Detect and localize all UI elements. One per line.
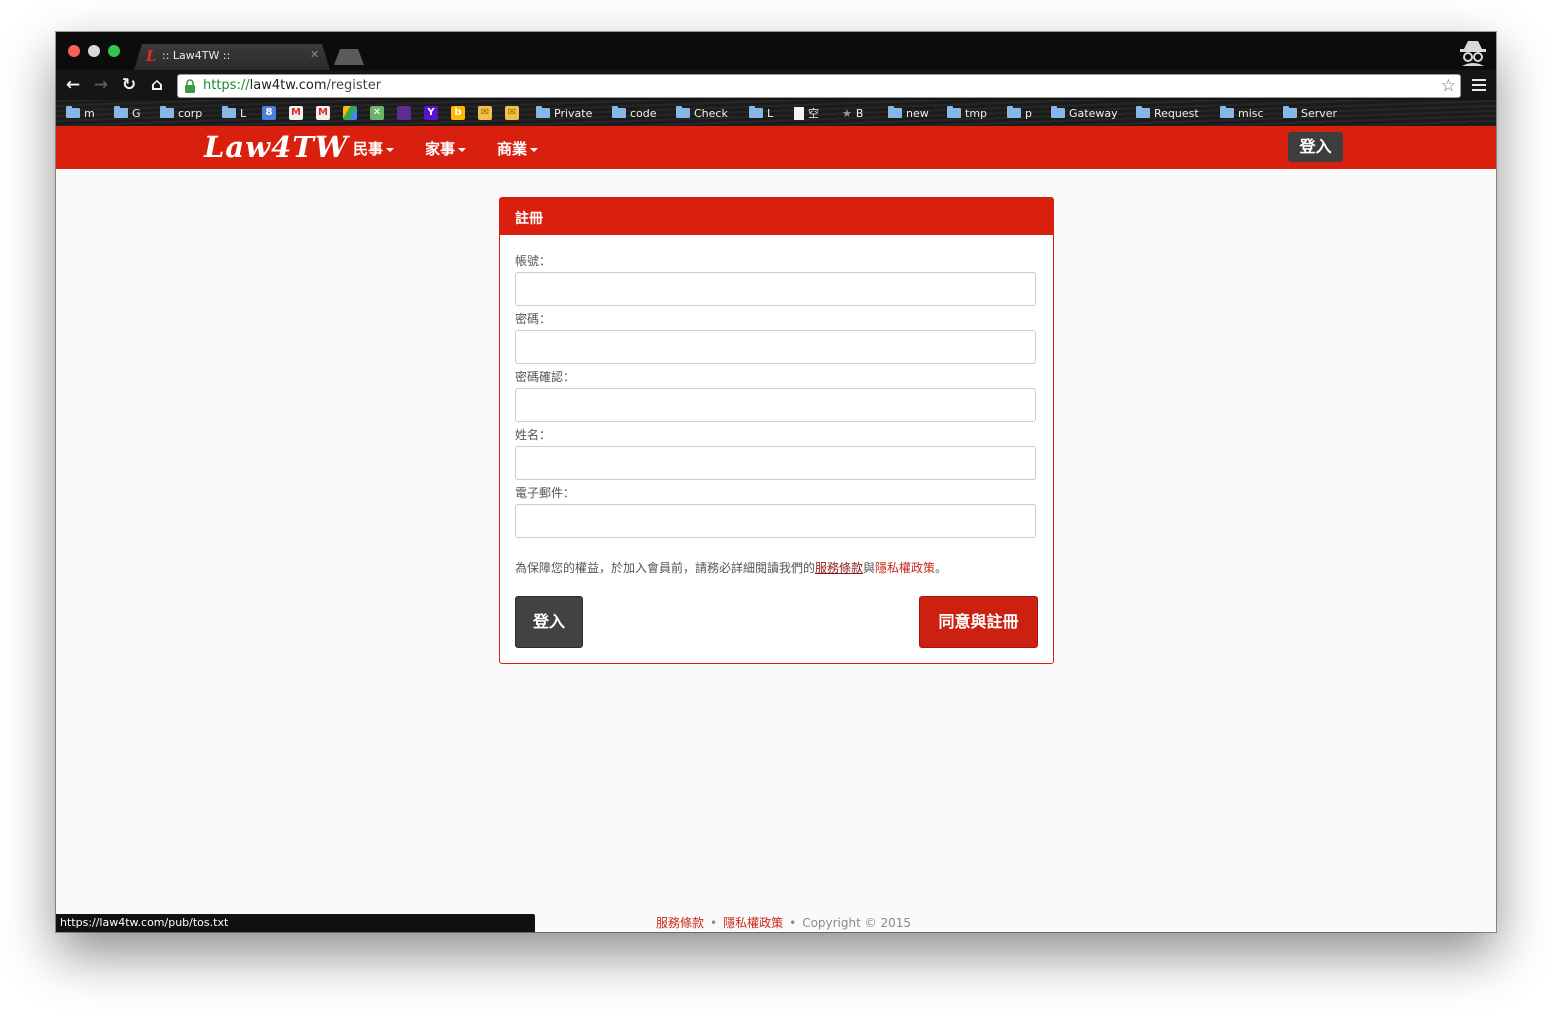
username-label: 帳號： <box>515 254 552 268</box>
bookmark-star-icon[interactable]: ☆ <box>1441 76 1456 96</box>
tab-close-icon[interactable]: ✕ <box>310 48 319 61</box>
bookmark-item[interactable]: Request <box>1136 105 1199 121</box>
bookmark-item[interactable]: tmp <box>947 105 987 121</box>
status-url: https://law4tw.com/pub/tos.txt <box>60 916 229 929</box>
home-icon[interactable]: ⌂ <box>146 74 168 96</box>
bookmark-gmail-icon[interactable]: M <box>289 105 306 121</box>
footer-tos-link[interactable]: 服務條款 <box>656 916 704 930</box>
agree-and-register-button[interactable]: 同意與註冊 <box>919 596 1038 648</box>
new-tab-button[interactable] <box>334 49 364 65</box>
bookmark-yahoo-icon[interactable]: Y <box>424 105 441 121</box>
site-navbar: Law4TW 民事 家事 商業 登入 <box>56 126 1496 169</box>
bookmark-item[interactable]: Gateway <box>1051 105 1118 121</box>
password-label: 密碼： <box>515 312 552 326</box>
folder-icon <box>676 106 690 118</box>
email-label: 電子郵件： <box>515 486 576 500</box>
folder-icon <box>1220 106 1234 118</box>
bookmark-gmail-icon[interactable]: M <box>316 105 333 121</box>
star-icon: ★ <box>842 106 852 120</box>
bookmark-envelope-icon[interactable]: ✉ <box>478 105 495 121</box>
close-window-button[interactable] <box>68 45 80 57</box>
caret-down-icon <box>530 147 539 152</box>
folder-icon <box>888 106 902 118</box>
terms-of-service-link[interactable]: 服務條款 <box>815 561 863 575</box>
folder-icon <box>160 106 174 118</box>
tab-favicon-icon: L <box>146 47 157 65</box>
name-label: 姓名： <box>515 428 552 442</box>
password-field[interactable] <box>515 330 1036 364</box>
caret-down-icon <box>386 147 395 152</box>
folder-icon <box>536 106 550 118</box>
bookmark-maps-icon[interactable]: ✕ <box>370 105 387 121</box>
bookmark-item[interactable]: misc <box>1220 105 1264 121</box>
username-field[interactable] <box>515 272 1036 306</box>
browser-tab-active[interactable]: L :: Law4TW :: ✕ <box>134 44 330 70</box>
terms-notice: 為保障您的權益，於加入會員前，請務必詳細閱讀我們的服務條款與隱私權政策。 <box>515 561 948 575</box>
bookmark-item[interactable]: corp <box>160 105 202 121</box>
password-confirm-field[interactable] <box>515 388 1036 422</box>
folder-icon <box>947 106 961 118</box>
caret-down-icon <box>458 147 467 152</box>
nav-menu-commercial[interactable]: 商業 <box>497 138 539 159</box>
browser-menu-icon[interactable] <box>1472 79 1486 91</box>
page-footer: 服務條款 • 隱私權政策 • Copyright © 2015 <box>656 916 911 930</box>
bookmark-bing-icon[interactable]: b <box>451 105 468 121</box>
register-panel: 註冊 帳號： 密碼： 密碼確認： 姓名： 電子郵件： 為保障您的權益，於加入會員… <box>499 197 1054 664</box>
bookmark-item[interactable]: G <box>114 105 141 121</box>
tab-title: :: Law4TW :: <box>162 49 231 62</box>
folder-icon <box>222 106 236 118</box>
folder-icon <box>66 106 80 118</box>
title-bar: L :: Law4TW :: ✕ <box>56 32 1496 70</box>
folder-icon <box>114 106 128 118</box>
bookmark-item[interactable]: 空 <box>794 105 819 121</box>
page-icon <box>794 106 804 120</box>
folder-icon <box>749 106 763 118</box>
address-bar[interactable]: https://law4tw.com/register ☆ <box>177 74 1461 98</box>
minimize-window-button[interactable] <box>88 45 100 57</box>
bookmark-item[interactable]: L <box>222 105 246 121</box>
bookmark-item[interactable]: p <box>1007 105 1032 121</box>
bookmark-item[interactable]: new <box>888 105 929 121</box>
link-status-bar: https://law4tw.com/pub/tos.txt <box>56 914 535 932</box>
bookmark-item[interactable]: Private <box>536 105 592 121</box>
nav-menu-civil[interactable]: 民事 <box>353 138 395 159</box>
bookmarks-bar: m G corp L 8 M M ✕ Y b ✉ ✉ Private code … <box>56 100 1496 126</box>
nav-menu-family[interactable]: 家事 <box>425 138 467 159</box>
bookmark-item[interactable]: Check <box>676 105 728 121</box>
maximize-window-button[interactable] <box>108 45 120 57</box>
bookmark-item[interactable]: Server <box>1283 105 1337 121</box>
folder-icon <box>612 106 626 118</box>
name-field[interactable] <box>515 446 1036 480</box>
browser-window: L :: Law4TW :: ✕ ← → ↻ ⌂ https://law4tw.… <box>56 32 1496 932</box>
bookmark-envelope-icon[interactable]: ✉ <box>505 105 522 121</box>
password-confirm-label: 密碼確認： <box>515 370 576 384</box>
footer-privacy-link[interactable]: 隱私權政策 <box>723 916 783 930</box>
forward-arrow-icon[interactable]: → <box>90 74 112 96</box>
bookmark-google-icon[interactable]: 8 <box>262 105 279 121</box>
site-logo[interactable]: Law4TW <box>204 129 348 165</box>
bookmark-item[interactable]: ★ B <box>842 105 863 121</box>
incognito-icon <box>1460 41 1486 66</box>
folder-icon <box>1051 106 1065 118</box>
reload-icon[interactable]: ↻ <box>118 74 140 96</box>
login-button[interactable]: 登入 <box>515 596 583 648</box>
browser-toolbar: ← → ↻ ⌂ https://law4tw.com/register ☆ <box>56 70 1496 100</box>
register-panel-header: 註冊 <box>500 198 1053 235</box>
folder-icon <box>1283 106 1297 118</box>
email-field[interactable] <box>515 504 1036 538</box>
folder-icon <box>1136 106 1150 118</box>
bookmark-item[interactable]: code <box>612 105 657 121</box>
url-text[interactable]: https://law4tw.com/register <box>203 78 381 93</box>
folder-icon <box>1007 106 1021 118</box>
bookmark-drive-icon[interactable] <box>343 105 360 121</box>
lock-icon <box>185 79 195 93</box>
nav-login-button[interactable]: 登入 <box>1288 132 1343 162</box>
bookmark-item[interactable]: m <box>66 105 95 121</box>
copyright-text: Copyright © 2015 <box>802 916 911 930</box>
back-arrow-icon[interactable]: ← <box>62 74 84 96</box>
bookmark-tray-icon[interactable] <box>397 105 414 121</box>
bookmark-item[interactable]: L <box>749 105 773 121</box>
register-title: 註冊 <box>515 211 543 227</box>
privacy-policy-link[interactable]: 隱私權政策 <box>875 561 935 575</box>
